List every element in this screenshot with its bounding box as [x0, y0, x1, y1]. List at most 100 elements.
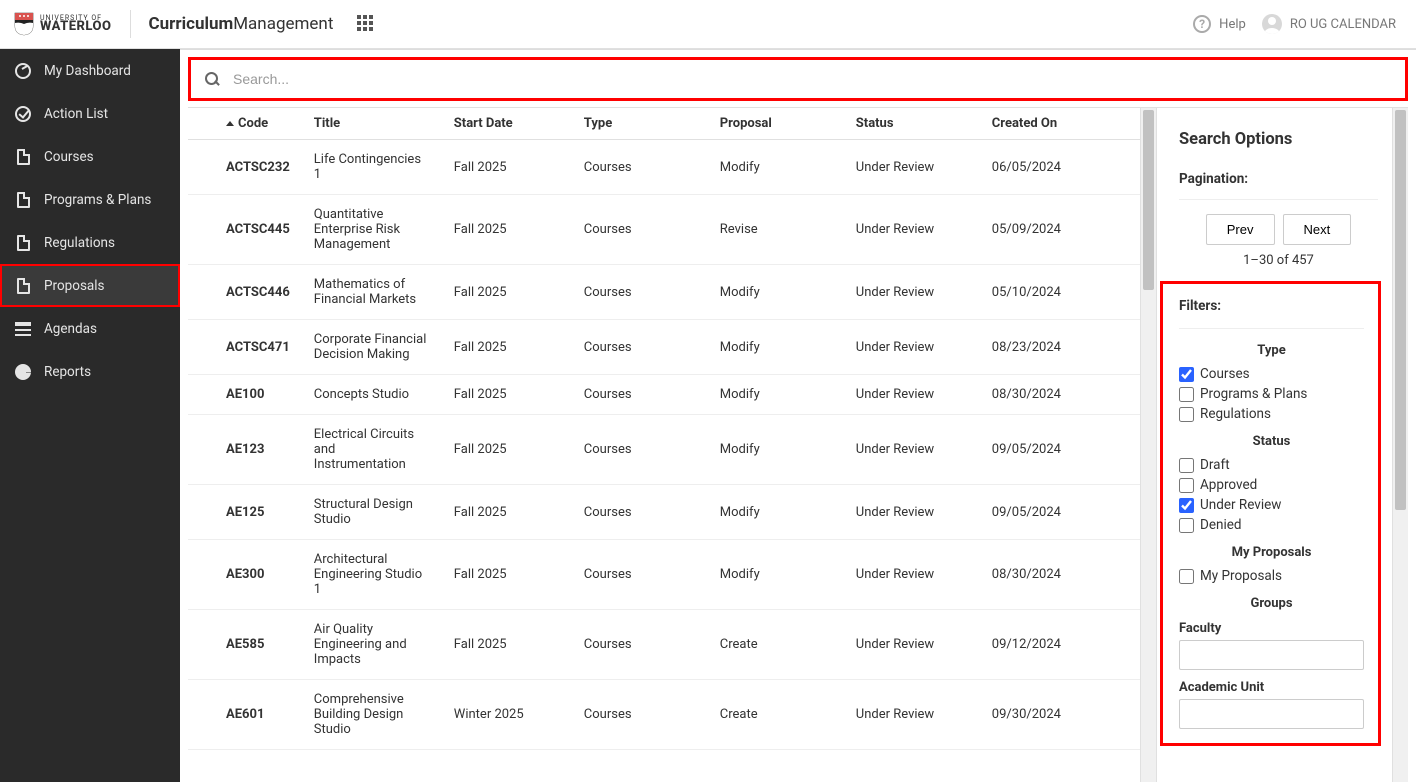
col-code[interactable]: Code: [188, 108, 302, 140]
cell-status: Under Review: [844, 140, 980, 195]
col-status[interactable]: Status: [844, 108, 980, 140]
filter-type-label: Courses: [1200, 366, 1250, 382]
sidebar-item-courses[interactable]: Courses: [0, 135, 180, 178]
cell-start-date: Fall 2025: [442, 485, 572, 540]
col-start-date[interactable]: Start Date: [442, 108, 572, 140]
university-name: UNIVERSITY OF WATERLOO: [40, 15, 112, 33]
filter-status-checkbox[interactable]: [1179, 518, 1194, 533]
table-row[interactable]: AE125 Structural Design Studio Fall 2025…: [188, 485, 1140, 540]
cell-status: Under Review: [844, 320, 980, 375]
cell-code: AE100: [188, 375, 302, 415]
cell-type: Courses: [572, 320, 708, 375]
table-row[interactable]: ACTSC232 Life Contingencies 1 Fall 2025 …: [188, 140, 1140, 195]
prev-button[interactable]: Prev: [1206, 214, 1275, 245]
help-icon: ?: [1193, 15, 1211, 33]
cell-type: Courses: [572, 265, 708, 320]
shield-icon: [14, 12, 34, 36]
table-scrollbar[interactable]: [1140, 108, 1156, 782]
col-type[interactable]: Type: [572, 108, 708, 140]
sidebar-item-label: Action List: [44, 106, 108, 122]
table-row[interactable]: ACTSC471 Corporate Financial Decision Ma…: [188, 320, 1140, 375]
filter-type-checkbox[interactable]: [1179, 367, 1194, 382]
university-logo[interactable]: UNIVERSITY OF WATERLOO: [14, 12, 112, 36]
document-icon: [14, 277, 32, 295]
cell-start-date: Fall 2025: [442, 375, 572, 415]
filter-status-label: Draft: [1200, 457, 1230, 473]
cell-created: 09/05/2024: [980, 415, 1140, 485]
table-row[interactable]: ACTSC445 Quantitative Enterprise Risk Ma…: [188, 195, 1140, 265]
faculty-input[interactable]: [1179, 640, 1364, 670]
cell-created: 08/30/2024: [980, 375, 1140, 415]
search-input[interactable]: [233, 71, 1391, 87]
sidebar-item-programs[interactable]: Programs & Plans: [0, 178, 180, 221]
cell-proposal: Revise: [708, 195, 844, 265]
cell-created: 09/05/2024: [980, 485, 1140, 540]
cell-code: ACTSC471: [188, 320, 302, 375]
cell-code: AE125: [188, 485, 302, 540]
table-row[interactable]: AE300 Architectural Engineering Studio 1…: [188, 540, 1140, 610]
cell-created: 09/12/2024: [980, 610, 1140, 680]
sidebar-item-regulations[interactable]: Regulations: [0, 221, 180, 264]
sidebar-item-reports[interactable]: Reports: [0, 350, 180, 393]
cell-status: Under Review: [844, 610, 980, 680]
col-created-on[interactable]: Created On: [980, 108, 1140, 140]
cell-code: AE585: [188, 610, 302, 680]
cell-title: Electrical Circuits and Instrumentation: [302, 415, 442, 485]
next-button[interactable]: Next: [1283, 214, 1352, 245]
content-column: Code Title Start Date Type Proposal Stat…: [180, 49, 1416, 782]
filter-type-checkbox[interactable]: [1179, 407, 1194, 422]
academic-unit-input[interactable]: [1179, 699, 1364, 729]
sidebar-item-agendas[interactable]: Agendas: [0, 307, 180, 350]
app-title[interactable]: CurriculumManagement: [149, 14, 334, 34]
filter-type-checkbox[interactable]: [1179, 387, 1194, 402]
top-header-left: UNIVERSITY OF WATERLOO CurriculumManagem…: [14, 10, 375, 38]
cell-proposal: Modify: [708, 485, 844, 540]
faculty-label: Faculty: [1179, 621, 1364, 636]
user-menu[interactable]: RO UG CALENDAR: [1262, 14, 1396, 34]
sidebar-item-label: My Dashboard: [44, 63, 131, 79]
top-header-right: ? Help RO UG CALENDAR: [1193, 14, 1396, 34]
cell-title: Life Contingencies 1: [302, 140, 442, 195]
table-row[interactable]: ACTSC446 Mathematics of Financial Market…: [188, 265, 1140, 320]
pagination-label: Pagination:: [1179, 171, 1378, 187]
sidebar-item-dashboard[interactable]: My Dashboard: [0, 49, 180, 92]
cell-created: 09/30/2024: [980, 680, 1140, 750]
cell-start-date: Fall 2025: [442, 195, 572, 265]
options-divider: [1179, 328, 1364, 329]
col-title[interactable]: Title: [302, 108, 442, 140]
filter-myproposals-checkbox[interactable]: [1179, 569, 1194, 584]
top-header: UNIVERSITY OF WATERLOO CurriculumManagem…: [0, 0, 1416, 49]
cell-proposal: Modify: [708, 320, 844, 375]
cell-proposal: Modify: [708, 540, 844, 610]
table-row[interactable]: AE123 Electrical Circuits and Instrument…: [188, 415, 1140, 485]
avatar-icon: [1262, 14, 1282, 34]
pagination-row: Prev Next: [1179, 214, 1378, 245]
filter-status-checkbox[interactable]: [1179, 478, 1194, 493]
options-scrollbar[interactable]: [1392, 108, 1408, 782]
search-bar: [188, 57, 1408, 101]
document-icon: [14, 148, 32, 166]
sidebar-item-proposals[interactable]: Proposals: [0, 264, 180, 307]
cell-code: AE123: [188, 415, 302, 485]
search-options-panel: Search Options Pagination: Prev Next 1–3…: [1156, 108, 1392, 782]
proposals-table-wrap[interactable]: Code Title Start Date Type Proposal Stat…: [188, 108, 1140, 782]
sidebar-nav: My Dashboard Action List Courses Program…: [0, 49, 180, 782]
table-row[interactable]: AE585 Air Quality Engineering and Impact…: [188, 610, 1140, 680]
cell-title: Air Quality Engineering and Impacts: [302, 610, 442, 680]
cell-status: Under Review: [844, 265, 980, 320]
col-proposal[interactable]: Proposal: [708, 108, 844, 140]
cell-status: Under Review: [844, 485, 980, 540]
cell-type: Courses: [572, 540, 708, 610]
filter-status-checkbox[interactable]: [1179, 498, 1194, 513]
sidebar-item-label: Courses: [44, 149, 94, 165]
table-row[interactable]: AE100 Concepts Studio Fall 2025 Courses …: [188, 375, 1140, 415]
help-link[interactable]: ? Help: [1193, 15, 1246, 33]
sidebar-item-actionlist[interactable]: Action List: [0, 92, 180, 135]
cell-code: ACTSC445: [188, 195, 302, 265]
sidebar-item-label: Reports: [44, 364, 91, 380]
table-row[interactable]: AE601 Comprehensive Building Design Stud…: [188, 680, 1140, 750]
filter-status-checkbox[interactable]: [1179, 458, 1194, 473]
cell-status: Under Review: [844, 195, 980, 265]
filter-status-row: Draft: [1179, 457, 1364, 473]
apps-grid-icon[interactable]: [357, 15, 375, 33]
